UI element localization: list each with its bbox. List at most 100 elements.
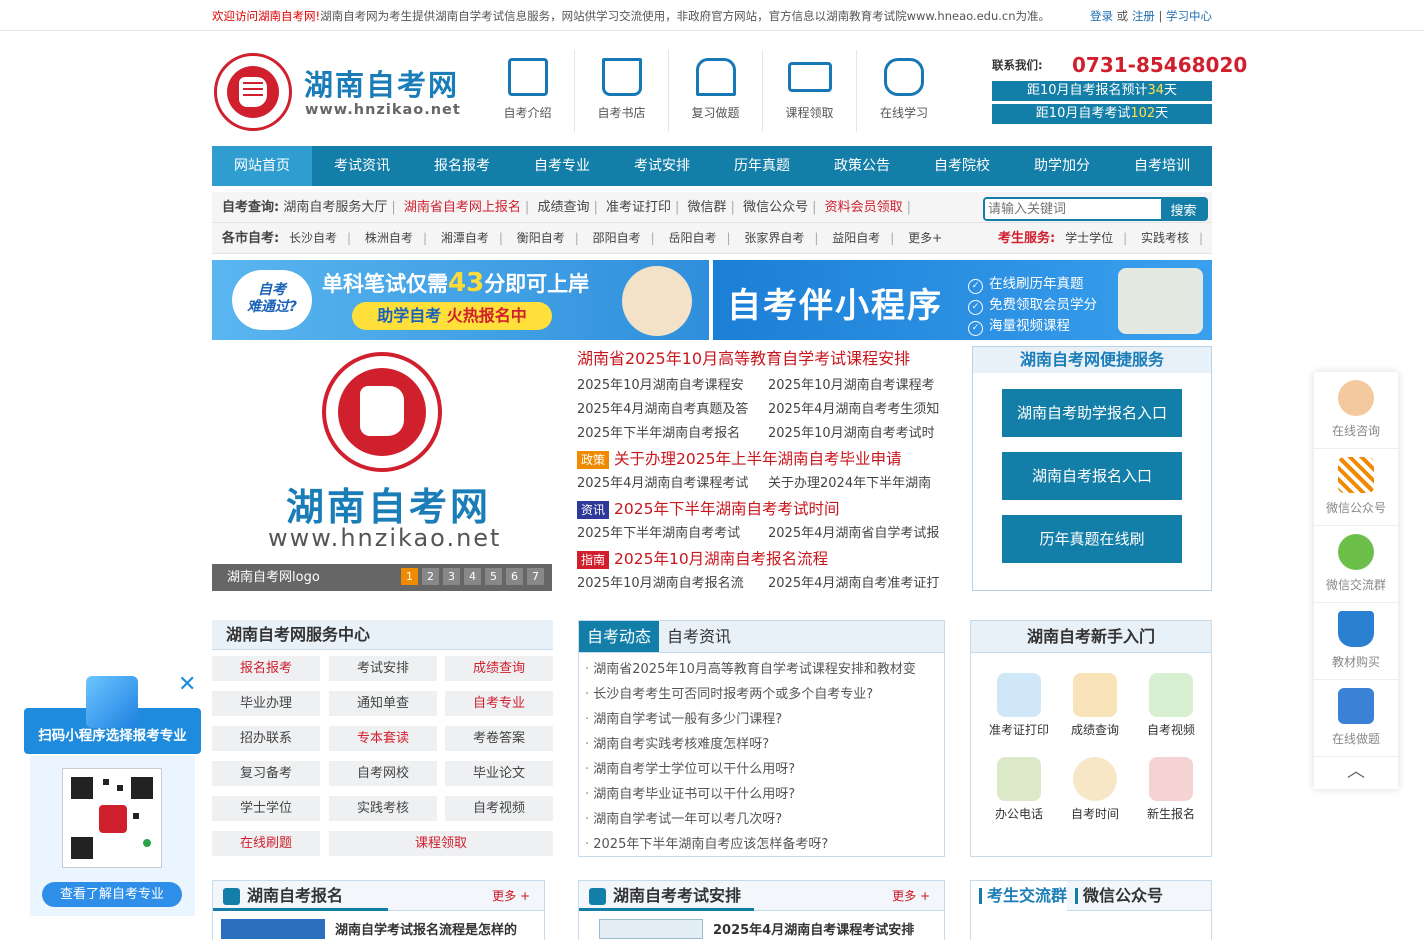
tab-student-group[interactable]: 考生交流群	[971, 881, 1068, 912]
grid-item[interactable]: 毕业论文	[445, 761, 553, 786]
nav-colleges[interactable]: 自考院校	[912, 146, 1012, 186]
grid-item[interactable]: 复习备考	[212, 761, 320, 786]
slide-page-3[interactable]: 3	[443, 568, 460, 585]
box-first-link[interactable]: 2025年4月湖南自考课程考试安排	[713, 919, 914, 938]
search-button[interactable]: 搜索	[1161, 199, 1206, 219]
grid-item[interactable]: 考试安排	[329, 656, 437, 681]
study-center-link[interactable]: 学习中心	[1166, 9, 1212, 23]
side-online-consult[interactable]: 在线咨询	[1314, 372, 1398, 449]
back-to-top-button[interactable]: ︿	[1314, 757, 1398, 787]
search-input[interactable]	[988, 201, 1158, 218]
slide-page-1[interactable]: 1	[401, 568, 418, 585]
grid-item[interactable]: 学士学位	[212, 796, 320, 821]
register-link[interactable]: 注册	[1132, 9, 1155, 23]
list-item[interactable]: 2025年下半年湖南自考应该怎样备考呀?	[585, 832, 938, 857]
list-item[interactable]: 湖南自考学士学位可以干什么用呀?	[585, 757, 938, 782]
news-link[interactable]: 2025年4月湖南省自学考试报	[768, 522, 952, 546]
nav-majors[interactable]: 自考专业	[512, 146, 612, 186]
query-score[interactable]: 成绩查询	[537, 200, 589, 215]
quicknav-practice[interactable]: 复习做题	[669, 50, 763, 132]
more-link[interactable]: 更多 +	[492, 881, 530, 911]
logo-slideshow[interactable]: 湖南自考网 www.hnzikao.net 湖南自考网logo 1 2 3 4 …	[212, 346, 552, 591]
quicknav-intro[interactable]: 自考介绍	[481, 50, 575, 132]
nav-registration[interactable]: 报名报考	[412, 146, 512, 186]
query-wechat-group[interactable]: 微信群	[688, 200, 727, 215]
quicknav-bookstore[interactable]: 自考书店	[575, 50, 669, 132]
list-item[interactable]: 长沙自考考生可否同时报考两个或多个自考专业?	[585, 682, 938, 707]
news-link[interactable]: 2025年4月湖南自考真题及答	[577, 398, 768, 422]
news-link[interactable]: 2025年4月湖南自考准考证打	[768, 572, 952, 596]
policy-title[interactable]: 关于办理2025年上半年湖南自考毕业申请	[614, 450, 901, 468]
nav-past-papers[interactable]: 历年真题	[712, 146, 812, 186]
login-link[interactable]: 登录	[1090, 9, 1113, 23]
grid-item[interactable]: 通知单查	[329, 691, 437, 716]
quicknav-course[interactable]: 课程领取	[763, 50, 857, 132]
nav-policy[interactable]: 政策公告	[812, 146, 912, 186]
close-icon[interactable]: ✕	[178, 672, 196, 697]
grid-item[interactable]: 自考网校	[329, 761, 437, 786]
guide-exam-time[interactable]: 自考时间	[1057, 757, 1133, 822]
site-name[interactable]: 湖南自考网	[304, 62, 459, 104]
grid-item[interactable]: 成绩查询	[445, 656, 553, 681]
nav-exam-news[interactable]: 考试资讯	[312, 146, 412, 186]
news-link[interactable]: 关于办理2024年下半年湖南	[768, 472, 952, 496]
assist-registration-button[interactable]: 湖南自考助学报名入口	[1002, 389, 1182, 437]
grid-item[interactable]: 专本套读	[329, 726, 437, 751]
news-link[interactable]: 2025年下半年湖南自考报名	[577, 422, 768, 446]
nav-bonus[interactable]: 助学加分	[1012, 146, 1112, 186]
side-online-practice[interactable]: 在线做题	[1314, 680, 1398, 757]
guide-admission-print[interactable]: 准考证打印	[981, 673, 1057, 738]
grid-item-online-practice[interactable]: 在线刷题	[212, 831, 320, 856]
grid-item-course-claim[interactable]: 课程领取	[329, 831, 553, 856]
guide-video[interactable]: 自考视频	[1133, 673, 1209, 738]
list-item[interactable]: 湖南自考实践考核难度怎样呀?	[585, 732, 938, 757]
slide-page-6[interactable]: 6	[506, 568, 523, 585]
news-link[interactable]: 2025年10月湖南自考报名流	[577, 572, 768, 596]
nav-schedule[interactable]: 考试安排	[612, 146, 712, 186]
city-more[interactable]: 更多+	[908, 231, 942, 245]
news-link[interactable]: 2025年4月湖南自考课程考试	[577, 472, 768, 496]
side-textbook-buy[interactable]: 教材购买	[1314, 603, 1398, 680]
city-yueyang[interactable]: 岳阳自考	[668, 231, 716, 245]
past-papers-button[interactable]: 历年真题在线刷	[1002, 515, 1182, 563]
grid-item[interactable]: 报名报考	[212, 656, 320, 681]
city-changsha[interactable]: 长沙自考	[289, 231, 337, 245]
slide-page-2[interactable]: 2	[422, 568, 439, 585]
news-link[interactable]: 2025年10月湖南自考考试时	[768, 422, 952, 446]
city-hengyang[interactable]: 衡阳自考	[517, 231, 565, 245]
news-thumbnail[interactable]	[599, 919, 703, 939]
grid-item[interactable]: 招办联系	[212, 726, 320, 751]
tab-wechat-official[interactable]: 微信公众号	[1067, 881, 1163, 911]
side-wechat-group[interactable]: 微信交流群	[1314, 526, 1398, 603]
grid-item[interactable]: 自考视频	[445, 796, 553, 821]
query-online-registration[interactable]: 湖南省自考网上报名	[404, 200, 521, 215]
guide-score-query[interactable]: 成绩查询	[1057, 673, 1133, 738]
site-logo[interactable]	[214, 53, 292, 131]
news-thumbnail[interactable]	[221, 919, 325, 939]
more-link[interactable]: 更多 +	[892, 881, 930, 911]
query-wechat-official[interactable]: 微信公众号	[743, 200, 808, 215]
service-degree[interactable]: 学士学位	[1065, 231, 1113, 245]
query-admission-print[interactable]: 准考证打印	[606, 200, 671, 215]
list-item[interactable]: 湖南自考毕业证书可以干什么用呀?	[585, 782, 938, 807]
view-majors-button[interactable]: 查看了解自考专业	[42, 882, 182, 907]
news-link[interactable]: 2025年10月湖南自考课程考	[768, 374, 952, 398]
city-zhuzhou[interactable]: 株洲自考	[365, 231, 413, 245]
city-xiangtan[interactable]: 湘潭自考	[441, 231, 489, 245]
grid-item[interactable]: 自考专业	[445, 691, 553, 716]
nav-training[interactable]: 自考培训	[1112, 146, 1212, 186]
news-headline[interactable]: 湖南省2025年10月高等教育自学考试课程安排	[577, 346, 952, 372]
service-practice[interactable]: 实践考核	[1141, 231, 1189, 245]
list-item[interactable]: 湖南自学考试一般有多少门课程?	[585, 707, 938, 732]
city-zhangjiajie[interactable]: 张家界自考	[744, 231, 804, 245]
slide-page-7[interactable]: 7	[527, 568, 544, 585]
list-item[interactable]: 湖南省2025年10月高等教育自学考试课程安排和教材变	[585, 657, 938, 682]
info-title[interactable]: 2025年下半年湖南自考考试时间	[614, 500, 839, 518]
banner-mini-program[interactable]: 自考伴小程序 在线刷历年真题 免费领取会员学分 海量视频课程	[713, 260, 1212, 340]
slide-page-4[interactable]: 4	[464, 568, 481, 585]
news-link[interactable]: 2025年10月湖南自考课程安	[577, 374, 768, 398]
registration-button[interactable]: 湖南自考报名入口	[1002, 452, 1182, 500]
grid-item[interactable]: 考卷答案	[445, 726, 553, 751]
nav-home[interactable]: 网站首页	[212, 146, 312, 186]
guide-new-registration[interactable]: 新生报名	[1133, 757, 1209, 822]
